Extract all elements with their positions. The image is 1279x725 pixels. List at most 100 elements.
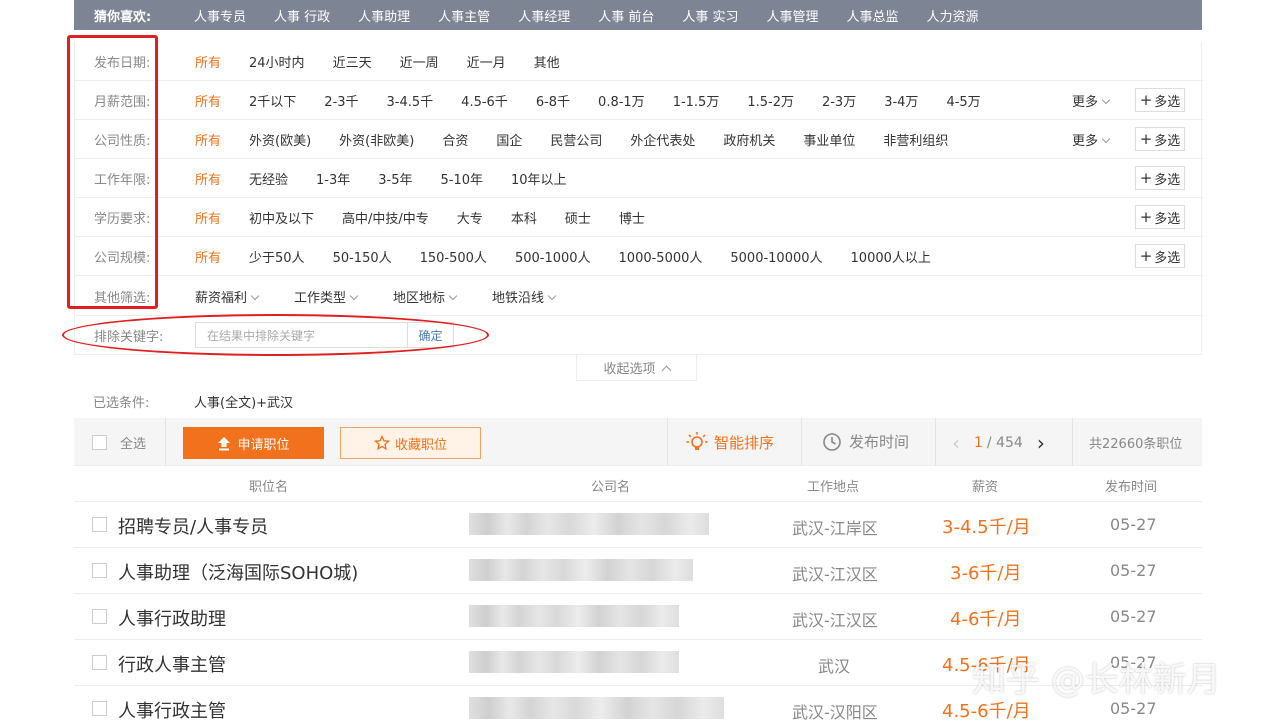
guess-item[interactable]: 人事主管 (438, 6, 490, 25)
filter-option[interactable]: 5000-10000人 (730, 247, 822, 266)
clock-icon (823, 432, 841, 451)
filter-option[interactable]: 政府机关 (723, 130, 775, 149)
filter-option[interactable]: 博士 (619, 208, 645, 227)
filter-option-active[interactable]: 所有 (195, 208, 221, 227)
filter-option-active[interactable]: 所有 (195, 91, 221, 110)
prev-page-icon[interactable]: ‹ (952, 431, 960, 455)
filter-option[interactable]: 本科 (511, 208, 537, 227)
company-name-blurred[interactable] (469, 697, 724, 719)
guess-item[interactable]: 人事专员 (194, 6, 246, 25)
filter-option[interactable]: 民营公司 (550, 130, 602, 149)
save-label: 收藏职位 (394, 437, 447, 453)
filter-option[interactable]: 0.8-1万 (598, 91, 645, 110)
filter-option[interactable]: 2千以下 (249, 91, 296, 110)
next-page-icon[interactable]: › (1037, 431, 1045, 455)
filter-option[interactable]: 硕士 (565, 208, 591, 227)
filter-option[interactable]: 近一周 (400, 52, 439, 71)
filter-option[interactable]: 2-3千 (324, 91, 358, 110)
guess-item[interactable]: 人事 实习 (682, 6, 738, 25)
company-name-blurred[interactable] (469, 559, 693, 581)
filter-option[interactable]: 合资 (442, 130, 468, 149)
filter-option[interactable]: 150-500人 (420, 247, 487, 266)
filter-option[interactable]: 2-3万 (822, 91, 856, 110)
publish-time-sort-button[interactable]: 发布时间 (822, 431, 909, 452)
filter-option[interactable]: 近一月 (467, 52, 506, 71)
filter-option[interactable]: 外企代表处 (630, 130, 695, 149)
job-date: 05-27 (1110, 515, 1157, 534)
filter-option[interactable]: 50-150人 (333, 247, 392, 266)
plus-icon: + (1139, 208, 1153, 226)
filter-option[interactable]: 事业单位 (803, 130, 855, 149)
job-title-link[interactable]: 招聘专员/人事专员 (118, 513, 268, 539)
filter-option[interactable]: 1-3年 (316, 169, 350, 188)
filter-option[interactable]: 外资(欧美) (249, 130, 311, 149)
row-checkbox[interactable] (92, 655, 107, 670)
guess-item[interactable]: 人事经理 (518, 6, 570, 25)
multi-select-button[interactable]: + 多选 (1135, 244, 1185, 268)
more-link[interactable]: 更多 (1072, 91, 1111, 110)
save-job-button[interactable]: 收藏职位 (340, 427, 481, 459)
guess-item[interactable]: 人力资源 (927, 6, 979, 25)
filter-option[interactable]: 3-5年 (378, 169, 412, 188)
company-name-blurred[interactable] (469, 513, 709, 535)
dropdown-salary-benefits[interactable]: 薪资福利 (195, 287, 260, 306)
company-name-blurred[interactable] (469, 605, 679, 627)
filter-option-active[interactable]: 所有 (195, 169, 221, 188)
row-checkbox[interactable] (92, 563, 107, 578)
filter-option-active[interactable]: 所有 (195, 52, 221, 71)
filter-option[interactable]: 外资(非欧美) (339, 130, 414, 149)
guess-item[interactable]: 人事管理 (766, 6, 818, 25)
guess-item[interactable]: 人事 前台 (598, 6, 654, 25)
filter-option[interactable]: 1.5-2万 (747, 91, 794, 110)
collapse-options-button[interactable]: 收起选项 (576, 355, 697, 381)
job-title-link[interactable]: 行政人事主管 (118, 651, 226, 677)
job-title-link[interactable]: 人事行政助理 (118, 605, 226, 631)
chevron-down-icon (1101, 95, 1111, 104)
filter-option[interactable]: 5-10年 (441, 169, 484, 188)
apply-job-button[interactable]: 申请职位 (183, 427, 324, 459)
filter-option[interactable]: 大专 (457, 208, 483, 227)
filter-option[interactable]: 10000人以上 (851, 247, 931, 266)
selected-label: 已选条件: (93, 396, 150, 411)
job-title-link[interactable]: 人事行政主管 (118, 697, 226, 723)
filter-option[interactable]: 无经验 (249, 169, 288, 188)
filter-option[interactable]: 其他 (534, 52, 560, 71)
row-checkbox[interactable] (92, 701, 107, 716)
filter-option[interactable]: 初中及以下 (249, 208, 314, 227)
multi-select-button[interactable]: + 多选 (1135, 205, 1185, 229)
multi-select-button[interactable]: + 多选 (1135, 127, 1185, 151)
multi-select-button[interactable]: + 多选 (1135, 88, 1185, 112)
guess-item[interactable]: 人事 行政 (274, 6, 330, 25)
smart-sort-button[interactable]: 智能排序 (686, 431, 774, 453)
filter-option[interactable]: 1-1.5万 (673, 91, 720, 110)
filter-option[interactable]: 1000-5000人 (619, 247, 703, 266)
divider (801, 418, 802, 466)
more-link[interactable]: 更多 (1072, 130, 1111, 149)
multi-select-button[interactable]: + 多选 (1135, 166, 1185, 190)
row-checkbox[interactable] (92, 609, 107, 624)
filter-option[interactable]: 3-4万 (884, 91, 918, 110)
filter-option[interactable]: 3-4.5千 (387, 91, 434, 110)
guess-item[interactable]: 人事助理 (358, 6, 410, 25)
filter-option[interactable]: 高中/中技/中专 (342, 208, 429, 227)
job-title-link[interactable]: 人事助理（泛海国际SOHO城) (118, 559, 358, 585)
filter-option[interactable]: 国企 (496, 130, 522, 149)
filter-option-active[interactable]: 所有 (195, 247, 221, 266)
filter-option[interactable]: 非营利组织 (883, 130, 948, 149)
dropdown-subway[interactable]: 地铁沿线 (492, 287, 557, 306)
company-name-blurred[interactable] (469, 651, 679, 673)
select-all-checkbox[interactable] (92, 435, 107, 450)
row-checkbox[interactable] (92, 517, 107, 532)
filter-option[interactable]: 4-5万 (946, 91, 980, 110)
filter-option[interactable]: 6-8千 (536, 91, 570, 110)
filter-option[interactable]: 4.5-6千 (461, 91, 508, 110)
filter-option[interactable]: 24小时内 (249, 52, 305, 71)
dropdown-area[interactable]: 地区地标 (393, 287, 458, 306)
dropdown-job-type[interactable]: 工作类型 (294, 287, 359, 306)
filter-option-active[interactable]: 所有 (195, 130, 221, 149)
filter-option[interactable]: 近三天 (333, 52, 372, 71)
filter-option[interactable]: 10年以上 (511, 169, 567, 188)
filter-option[interactable]: 500-1000人 (515, 247, 591, 266)
guess-item[interactable]: 人事总监 (847, 6, 899, 25)
filter-option[interactable]: 少于50人 (249, 247, 305, 266)
